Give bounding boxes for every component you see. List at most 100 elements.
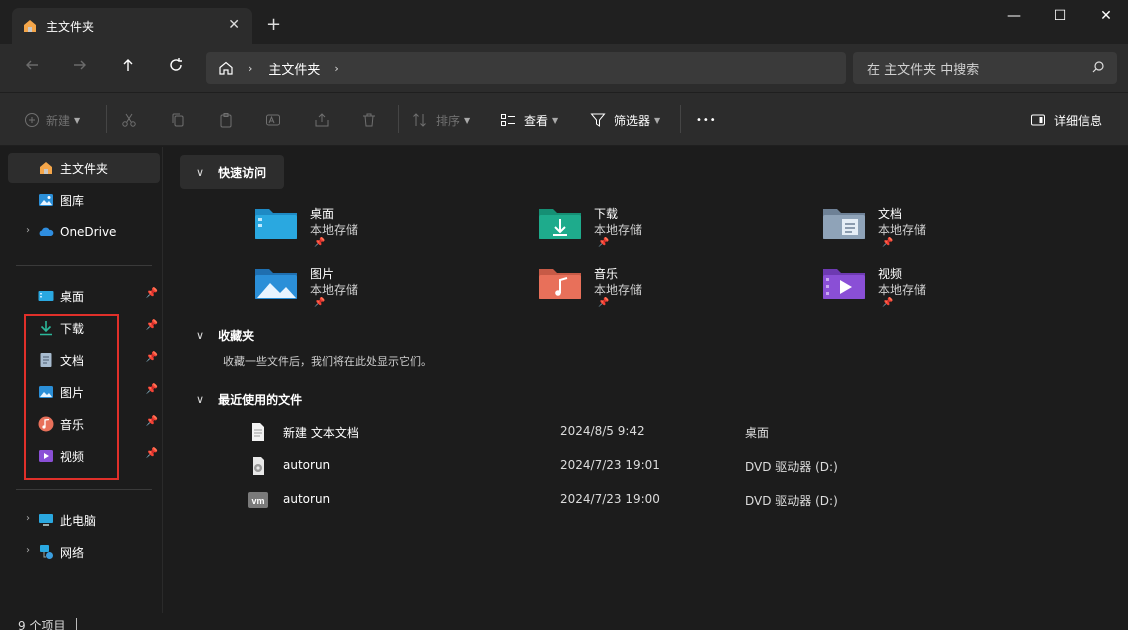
downloads-folder-icon [539,209,581,239]
item-sub: 本地存储 [310,223,359,237]
search-input[interactable]: 在 主文件夹 中搜索 [853,52,1117,84]
gallery-icon [39,194,53,206]
file-name: autorun [283,492,331,506]
quick-access-music[interactable]: 音乐 本地存储 📌 [538,265,738,317]
item-name: 图片 [310,267,335,281]
chevron-down-icon[interactable]: ∨ [196,329,204,342]
new-button[interactable]: 新建 ▼ [24,110,80,130]
chevron-right-icon[interactable]: › [26,545,30,556]
chevron-down-icon: ▼ [464,115,471,125]
divider [16,489,152,490]
quick-access-videos[interactable]: 视频 本地存储 📌 [822,265,1022,317]
sidebar-item-onedrive[interactable]: › OneDrive [8,217,160,247]
breadcrumb[interactable]: 主文件夹 [268,59,320,78]
filter-button[interactable]: 筛选器 ▼ [590,110,660,130]
sidebar-item-gallery[interactable]: 图库 [8,185,160,215]
chevron-right-icon[interactable]: › [248,62,252,75]
rename-icon [266,114,280,126]
chevron-right-icon[interactable]: › [26,513,30,524]
section-title: 收藏夹 [218,329,255,343]
item-name: 桌面 [310,207,335,221]
documents-folder-icon [823,209,865,239]
recent-files-header[interactable]: ∨ 最近使用的文件 [196,391,302,408]
quick-access-pictures[interactable]: 图片 本地存储 📌 [254,265,454,317]
clipboard-icon [220,113,232,128]
pin-icon: 📌 [598,238,610,248]
up-arrow-icon[interactable] [116,56,140,80]
back-arrow-icon[interactable] [20,56,44,80]
share-button[interactable] [314,110,330,130]
pin-icon[interactable]: 📌 [146,416,158,427]
tab-title: 主文件夹 [46,19,95,34]
quick-access-documents[interactable]: 文档 本地存储 📌 [822,205,1022,257]
videos-folder-icon [823,269,865,299]
file-name: autorun [283,458,331,472]
sort-icon [413,113,426,127]
vm-file-icon: vm [248,492,268,508]
item-sub: 本地存储 [878,283,927,297]
forward-arrow-icon[interactable] [68,56,92,80]
refresh-icon[interactable] [164,56,188,80]
pin-icon[interactable]: 📌 [146,448,158,459]
chevron-right-icon[interactable]: › [26,225,30,236]
favorites-header[interactable]: ∨ 收藏夹 [196,327,254,344]
file-date: 2024/7/23 19:01 [560,458,660,472]
view-button[interactable]: 查看 ▼ [500,110,558,130]
file-row[interactable]: vm autorun 2024/7/23 19:00 DVD 驱动器 (D:) [248,488,1048,512]
network-icon [40,545,53,559]
quick-access-header[interactable]: ∨ 快速访问 [196,164,266,181]
item-sub: 本地存储 [310,283,359,297]
home-outline-icon[interactable] [218,60,234,76]
rename-button[interactable] [265,110,281,130]
quick-access-downloads[interactable]: 下载 本地存储 📌 [538,205,738,257]
close-icon[interactable]: ✕ [228,17,240,33]
sort-button[interactable]: 排序 ▼ [412,110,470,130]
delete-button[interactable] [361,110,377,130]
pin-icon[interactable]: 📌 [146,320,158,331]
view-label: 查看 [524,113,549,128]
plus-icon[interactable]: + [266,16,281,34]
item-sub: 本地存储 [594,283,643,297]
file-location: DVD 驱动器 (D:) [745,460,838,474]
chevron-down-icon[interactable]: ∨ [196,393,204,406]
cloud-icon [39,227,54,236]
search-icon [1092,61,1104,73]
copy-button[interactable] [170,110,186,130]
section-title: 快速访问 [218,166,267,180]
sidebar-item-desktop[interactable]: 桌面 📌 [8,281,160,311]
more-options-icon[interactable]: ••• [696,110,717,130]
sidebar-item-home[interactable]: 主文件夹 [8,153,160,183]
pin-icon[interactable]: 📌 [146,288,158,299]
text-file-icon [252,423,264,441]
sidebar-item-this-pc[interactable]: › 此电脑 [8,505,160,535]
item-name: 音乐 [594,267,619,281]
quick-access-desktop[interactable]: 桌面 本地存储 📌 [254,205,454,257]
navigation-bar: › 主文件夹 › 在 主文件夹 中搜索 [0,44,1128,92]
file-row[interactable]: 新建 文本文档 2024/8/5 9:42 桌面 [248,420,1048,444]
pin-icon[interactable]: 📌 [146,352,158,363]
divider [398,105,399,133]
sidebar-item-label: OneDrive [60,225,117,239]
chevron-down-icon[interactable]: ∨ [196,166,204,179]
sidebar-item-label: 主文件夹 [60,161,109,176]
chevron-right-icon[interactable]: › [334,62,338,75]
minimize-button[interactable]: — [994,8,1034,30]
chevron-down-icon: ▼ [74,115,81,125]
address-bar[interactable]: › 主文件夹 › [206,52,846,84]
file-row[interactable]: autorun 2024/7/23 19:01 DVD 驱动器 (D:) [248,454,1048,478]
svg-text:vm: vm [251,496,264,506]
item-name: 视频 [878,267,903,281]
close-window-button[interactable]: ✕ [1086,8,1126,30]
sidebar-item-network[interactable]: › 网络 [8,537,160,567]
home-icon [40,162,52,174]
desktop-icon [38,291,54,301]
copy-icon [172,113,184,127]
title-bar: 主文件夹 ✕ + — ☐ ✕ [0,0,1128,44]
details-pane-button[interactable]: 详细信息 [1030,110,1102,130]
tab-home[interactable]: 主文件夹 ✕ [12,8,252,44]
cut-button[interactable] [121,110,137,130]
section-title: 最近使用的文件 [218,393,303,407]
pin-icon[interactable]: 📌 [146,384,158,395]
maximize-button[interactable]: ☐ [1040,8,1080,30]
paste-button[interactable] [218,110,234,130]
